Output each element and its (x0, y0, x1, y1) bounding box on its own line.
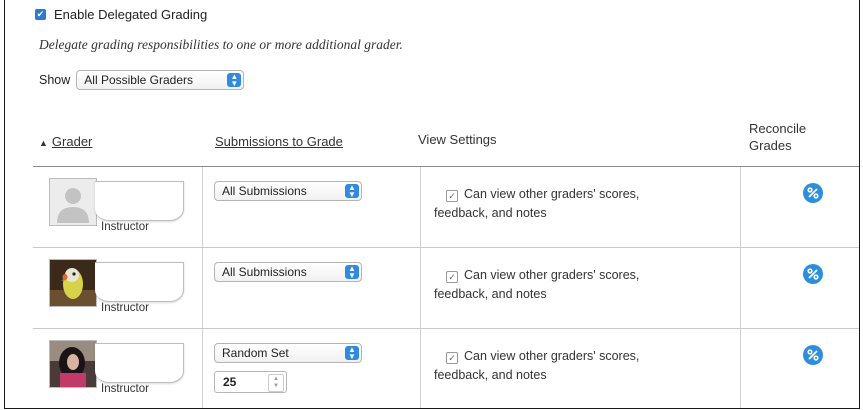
view-settings-text: Can view other graders' scores, (464, 349, 640, 363)
delegated-grading-panel: ✔ Enable Delegated Grading Delegate grad… (4, 0, 860, 409)
up-down-chevron-icon: ▲ ▼ (345, 346, 359, 361)
grader-name-field (95, 181, 184, 221)
enable-delegated-grading[interactable]: ✔ Enable Delegated Grading (35, 7, 207, 22)
submissions-select[interactable]: Random Set ▲ ▼ (214, 343, 362, 363)
can-view-checkbox[interactable]: ✓ (446, 271, 458, 283)
random-set-count-value: 25 (223, 375, 237, 389)
column-divider (740, 248, 741, 328)
column-divider (202, 329, 203, 408)
reconcile-grades-column-header: Reconcile Grades (749, 120, 806, 154)
reconcile-header-line1: Reconcile (749, 121, 807, 136)
view-settings: ✓ Can view other graders' scores, feedbac… (434, 266, 734, 304)
avatar (49, 340, 97, 388)
submissions-select[interactable]: All Submissions ▲ ▼ (214, 181, 362, 201)
delegation-description: Delegate grading responsibilities to one… (39, 37, 403, 52)
random-set-count-input[interactable]: 25 ▲ ▼ (214, 371, 287, 393)
enable-delegated-grading-checkbox[interactable]: ✔ (35, 9, 46, 20)
can-view-checkbox[interactable]: ✓ (446, 190, 458, 202)
avatar (49, 259, 97, 307)
column-divider (420, 248, 421, 328)
submissions-column-header[interactable]: Submissions to Grade (215, 134, 343, 149)
view-settings-line2: feedback, and notes (434, 368, 547, 382)
show-graders-select-value: All Possible Graders (84, 73, 193, 87)
column-divider (202, 167, 203, 247)
grader-role: Instructor (101, 383, 149, 395)
grader-role: Instructor (101, 221, 149, 233)
up-down-chevron-icon: ▲ ▼ (227, 73, 242, 88)
table-row: Instructor All Submissions ▲ ▼ ✓ Can view … (33, 247, 859, 328)
view-settings-line1: ✓ Can view other graders' scores, (434, 266, 734, 285)
view-settings-text: Can view other graders' scores, (464, 187, 640, 201)
enable-delegated-grading-label: Enable Delegated Grading (54, 7, 208, 22)
view-settings-line1: ✓ Can view other graders' scores, (434, 347, 734, 366)
column-divider (740, 329, 741, 408)
percent-circle-icon[interactable] (803, 264, 823, 284)
avatar (49, 178, 97, 226)
percent-circle-icon[interactable] (803, 183, 823, 203)
view-settings: ✓ Can view other graders' scores, feedbac… (434, 185, 734, 223)
grader-name-field (95, 262, 184, 302)
grader-name-field (95, 343, 184, 383)
submissions-select-value: All Submissions (222, 265, 307, 279)
view-settings-column-header: View Settings (418, 132, 497, 147)
table-row: Instructor Random Set ▲ ▼ 25 ▲ ▼ ✓ Can view… (33, 328, 859, 408)
percent-circle-icon[interactable] (803, 345, 823, 365)
submissions-select[interactable]: All Submissions ▲ ▼ (214, 262, 362, 282)
up-down-chevron-icon: ▲ ▼ (345, 184, 359, 199)
column-divider (740, 167, 741, 247)
show-graders-select[interactable]: All Possible Graders ▲ ▼ (76, 70, 245, 90)
grader-column-header[interactable]: ▲ Grader (39, 134, 92, 149)
submissions-select-value: All Submissions (222, 184, 307, 198)
column-divider (202, 248, 203, 328)
view-settings: ✓ Can view other graders' scores, feedbac… (434, 347, 734, 385)
sort-ascending-icon: ▲ (39, 138, 48, 148)
view-settings-line2: feedback, and notes (434, 206, 547, 220)
show-label: Show (39, 73, 71, 87)
submissions-select-value: Random Set (222, 346, 289, 360)
show-filter: Show All Possible Graders ▲ ▼ (39, 70, 245, 90)
grader-role: Instructor (101, 302, 149, 314)
view-settings-line2: feedback, and notes (434, 287, 547, 301)
column-divider (420, 167, 421, 247)
view-settings-text: Can view other graders' scores, (464, 268, 640, 282)
grader-header-label: Grader (51, 134, 93, 149)
stepper-arrows-icon[interactable]: ▲ ▼ (268, 374, 284, 392)
table-row: Instructor All Submissions ▲ ▼ ✓ Can view … (33, 166, 859, 247)
up-down-chevron-icon: ▲ ▼ (345, 265, 359, 280)
view-settings-line1: ✓ Can view other graders' scores, (434, 185, 734, 204)
can-view-checkbox[interactable]: ✓ (446, 352, 458, 364)
column-divider (420, 329, 421, 408)
reconcile-header-line2: Grades (749, 138, 792, 153)
